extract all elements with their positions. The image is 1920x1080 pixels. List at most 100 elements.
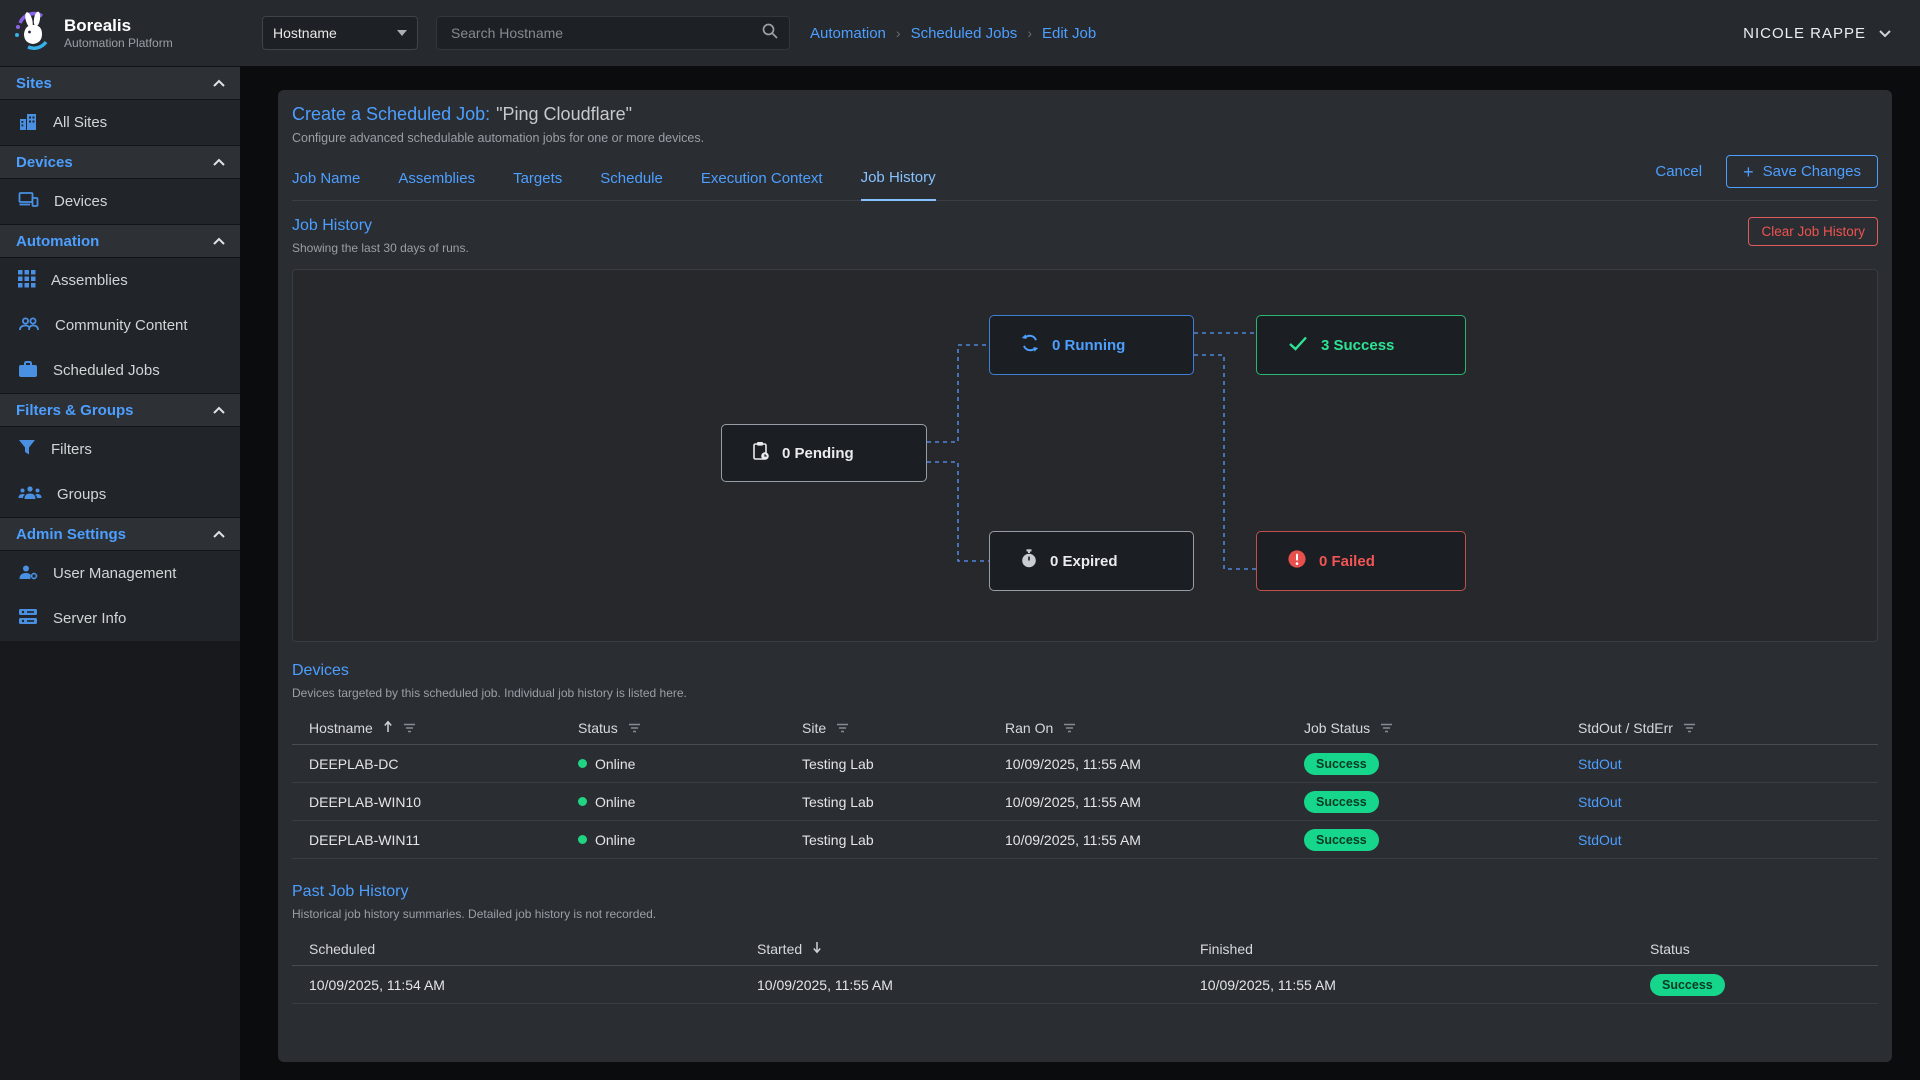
stdout-link[interactable]: StdOut <box>1578 832 1622 848</box>
column-header-finished[interactable]: Finished <box>1183 941 1633 957</box>
sidebar-item-groups[interactable]: Groups <box>0 472 240 517</box>
filter-icon[interactable] <box>628 720 641 736</box>
column-header-site[interactable]: Site <box>785 720 988 736</box>
devices-section: Devices Devices targeted by this schedul… <box>292 662 1878 859</box>
filter-icon[interactable] <box>1380 720 1393 736</box>
filter-icon[interactable] <box>836 720 849 736</box>
sidebar-section-sites[interactable]: Sites <box>0 66 240 100</box>
column-header-hostname[interactable]: Hostname <box>292 720 561 736</box>
node-success[interactable]: 3 Success <box>1256 315 1466 375</box>
sidebar: Borealis Automation Platform Sites All S… <box>0 0 240 1080</box>
sidebar-item-scheduled-jobs[interactable]: Scheduled Jobs <box>0 348 240 393</box>
node-running[interactable]: 0 Running <box>989 315 1194 375</box>
stdout-link[interactable]: StdOut <box>1578 756 1622 772</box>
column-label: Finished <box>1200 941 1253 957</box>
running-sync-icon <box>1020 333 1040 357</box>
breadcrumb-automation[interactable]: Automation <box>810 25 886 42</box>
sidebar-item-community-content[interactable]: Community Content <box>0 303 240 348</box>
status-badge: Success <box>1304 753 1379 775</box>
online-status-dot <box>578 797 587 806</box>
user-menu[interactable]: NICOLE RAPPE <box>1743 25 1892 42</box>
tab-execution-context[interactable]: Execution Context <box>701 160 823 200</box>
search-input[interactable] <box>449 24 761 42</box>
sidebar-section-automation[interactable]: Automation <box>0 224 240 258</box>
cell-hostname: DEEPLAB-WIN11 <box>292 832 561 848</box>
scheduled-job-editor-card: Create a Scheduled Job:"Ping Cloudflare"… <box>278 90 1892 1062</box>
sidebar-item-devices[interactable]: Devices <box>0 179 240 224</box>
sidebar-item-label: Community Content <box>55 317 188 334</box>
sidebar-section-admin-settings[interactable]: Admin Settings <box>0 517 240 551</box>
column-header-started[interactable]: Started <box>740 941 1183 957</box>
editor-tabs: Job Name Assemblies Targets Schedule Exe… <box>292 155 1878 201</box>
tab-assemblies[interactable]: Assemblies <box>398 160 475 200</box>
edge-pending-running <box>927 345 989 442</box>
column-header-job-status[interactable]: Job Status <box>1287 720 1561 736</box>
tab-job-name[interactable]: Job Name <box>292 160 360 200</box>
devices-subtitle: Devices targeted by this scheduled job. … <box>292 686 1878 700</box>
status-badge: Success <box>1650 974 1725 996</box>
cell-status: Online <box>561 794 785 810</box>
column-label: StdOut / StdErr <box>1578 720 1673 736</box>
column-header-ran-on[interactable]: Ran On <box>988 720 1287 736</box>
tab-schedule[interactable]: Schedule <box>600 160 663 200</box>
node-pending[interactable]: 0 Pending <box>721 424 927 482</box>
table-row: DEEPLAB-DC Online Testing Lab 10/09/2025… <box>292 745 1878 783</box>
caret-down-icon <box>397 30 407 36</box>
node-expired[interactable]: 0 Expired <box>989 531 1194 591</box>
sidebar-item-filters[interactable]: Filters <box>0 427 240 472</box>
page-subtitle: Configure advanced schedulable automatio… <box>292 131 1878 145</box>
sidebar-section-devices[interactable]: Devices <box>0 145 240 179</box>
breadcrumb-edit-job[interactable]: Edit Job <box>1042 25 1096 42</box>
column-header-status[interactable]: Status <box>561 720 785 736</box>
page-title: Create a Scheduled Job:"Ping Cloudflare" <box>292 104 1878 125</box>
node-failed[interactable]: 0 Failed <box>1256 531 1466 591</box>
breadcrumb-separator: › <box>896 25 901 41</box>
search-icon <box>761 22 779 45</box>
hostname-filter-select[interactable]: Hostname <box>262 16 418 50</box>
filter-icon[interactable] <box>1063 720 1076 736</box>
brand-header: Borealis Automation Platform <box>0 0 240 66</box>
column-header-scheduled[interactable]: Scheduled <box>292 941 740 957</box>
job-history-title: Job History <box>292 217 469 235</box>
sidebar-item-label: Scheduled Jobs <box>53 362 160 379</box>
editor-actions: Cancel + Save Changes <box>1655 155 1878 200</box>
funnel-icon <box>18 439 36 460</box>
sidebar-item-all-sites[interactable]: All Sites <box>0 100 240 145</box>
column-header-stdout-stderr[interactable]: StdOut / StdErr <box>1561 720 1878 736</box>
save-changes-button[interactable]: + Save Changes <box>1726 155 1878 188</box>
sidebar-item-assemblies[interactable]: Assemblies <box>0 258 240 303</box>
cell-status: Online <box>561 832 785 848</box>
filter-icon[interactable] <box>403 720 416 736</box>
column-header-status[interactable]: Status <box>1633 941 1878 957</box>
tab-targets[interactable]: Targets <box>513 160 562 200</box>
tab-job-history[interactable]: Job History <box>861 159 936 201</box>
cell-finished: 10/09/2025, 11:55 AM <box>1183 977 1633 993</box>
online-status-dot <box>578 835 587 844</box>
chevron-down-icon <box>1878 25 1892 42</box>
chevron-up-icon <box>212 75 226 92</box>
chevron-up-icon <box>212 402 226 419</box>
sidebar-item-label: User Management <box>53 565 176 582</box>
page-title-prefix: Create a Scheduled Job: <box>292 104 490 124</box>
column-label: Job Status <box>1304 720 1370 736</box>
sidebar-item-server-info[interactable]: Server Info <box>0 596 240 641</box>
cell-scheduled: 10/09/2025, 11:54 AM <box>292 977 740 993</box>
filter-icon[interactable] <box>1683 720 1696 736</box>
sidebar-item-user-management[interactable]: User Management <box>0 551 240 596</box>
chevron-up-icon <box>212 154 226 171</box>
column-label: Site <box>802 720 826 736</box>
cell-ran-on: 10/09/2025, 11:55 AM <box>988 756 1287 772</box>
people-icon <box>18 316 40 336</box>
sidebar-item-label: Devices <box>54 193 107 210</box>
app-window: Borealis Automation Platform Sites All S… <box>0 0 1920 1080</box>
job-history-subtitle: Showing the last 30 days of runs. <box>292 241 469 255</box>
devices-title: Devices <box>292 662 1878 680</box>
breadcrumb-scheduled-jobs[interactable]: Scheduled Jobs <box>911 25 1018 42</box>
clear-job-history-button[interactable]: Clear Job History <box>1748 217 1878 246</box>
column-label: Status <box>578 720 618 736</box>
cell-hostname: DEEPLAB-WIN10 <box>292 794 561 810</box>
stdout-link[interactable]: StdOut <box>1578 794 1622 810</box>
sidebar-section-filters-groups[interactable]: Filters & Groups <box>0 393 240 427</box>
cancel-button[interactable]: Cancel <box>1655 163 1702 180</box>
table-row: 10/09/2025, 11:54 AM 10/09/2025, 11:55 A… <box>292 966 1878 1004</box>
